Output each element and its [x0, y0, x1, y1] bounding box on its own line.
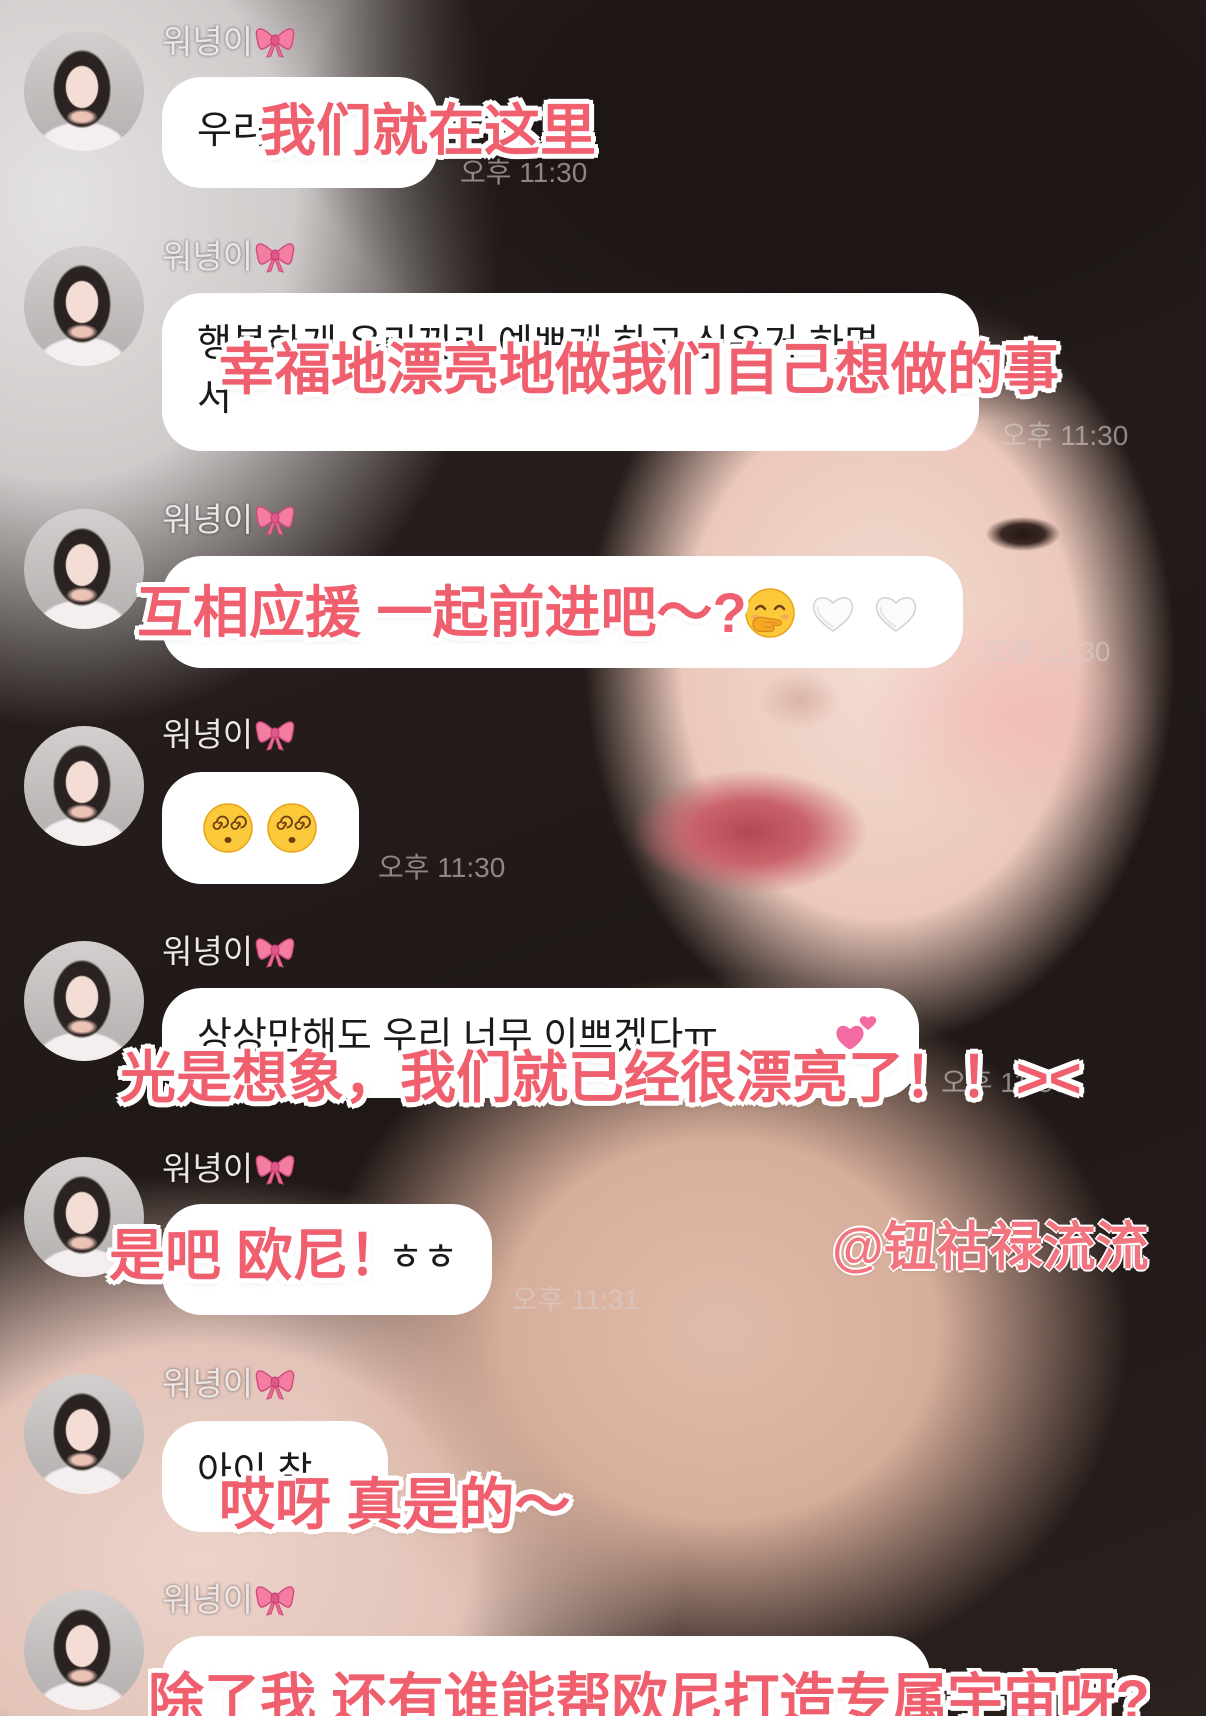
message-time: 오후 11:30 — [378, 852, 506, 883]
overlay-caption: 哎呀 真是的～ — [219, 1473, 571, 1536]
overlay-caption: 我们就在这里 — [260, 99, 596, 162]
message-text: 우리 — [197, 110, 267, 152]
ribbon-bow-icon — [255, 1583, 295, 1617]
sender-name-text: 워녕이 — [162, 933, 254, 970]
sender-avatar[interactable] — [24, 1374, 144, 1494]
sender-avatar[interactable] — [24, 246, 144, 366]
overlay-caption: 是吧 欧尼！ — [109, 1224, 405, 1287]
overlay-caption: 幸福地漂亮地做我们自己想做的事 — [219, 338, 1059, 401]
sender-name-text: 워녕이 — [162, 238, 254, 275]
sender-name-text: 워녕이 — [162, 501, 254, 538]
overlay-caption: 互相应援 一起前进吧～? — [137, 581, 747, 644]
sender-avatar[interactable] — [24, 31, 144, 151]
sender-name-text: 워녕이 — [162, 716, 254, 753]
sender-name-text: 워녕이 — [162, 23, 254, 60]
ribbon-bow-icon — [255, 718, 295, 752]
sender-avatar[interactable] — [24, 726, 144, 846]
face-with-hand-over-mouth-icon — [744, 587, 796, 639]
chat-screen: 워녕이 우리 오후 11:30 我们就在这里 워녕이 행복하게 우리끼리 예쁘게… — [0, 0, 1206, 1716]
message-time: 오후 11:30 — [983, 636, 1111, 667]
ribbon-bow-icon — [255, 25, 295, 59]
sender-name-text: 워녕이 — [162, 1365, 254, 1402]
watermark-handle: @钮祜禄流流 — [832, 1218, 1149, 1277]
face-with-spiral-eyes-icon — [266, 802, 318, 854]
sender-name: 워녕이 — [162, 22, 295, 62]
ribbon-bow-icon — [255, 503, 295, 537]
ribbon-bow-icon — [255, 1367, 295, 1401]
sender-name-text: 워녕이 — [162, 1150, 254, 1187]
ribbon-bow-icon — [255, 240, 295, 274]
ribbon-bow-icon — [255, 1152, 295, 1186]
sender-avatar[interactable] — [24, 509, 144, 629]
overlay-caption: 除了我 还有谁能帮欧尼打造专属宇宙呀? — [148, 1668, 1150, 1716]
sender-avatar[interactable] — [24, 1590, 144, 1710]
message-bubble[interactable] — [162, 772, 359, 884]
sender-name: 워녕이 — [162, 715, 295, 755]
message-time: 오후 11:31 — [512, 1284, 640, 1315]
overlay-caption: 光是想象，我们就已经很漂亮了！！>< — [120, 1046, 1082, 1109]
sender-name: 워녕이 — [162, 237, 295, 277]
sender-name-text: 워녕이 — [162, 1581, 254, 1618]
message-time: 오후 11:30 — [1001, 420, 1129, 451]
sender-name: 워녕이 — [162, 500, 295, 540]
sender-name: 워녕이 — [162, 1580, 295, 1620]
ribbon-bow-icon — [255, 935, 295, 969]
sender-name: 워녕이 — [162, 1364, 295, 1404]
face-with-spiral-eyes-icon — [202, 802, 254, 854]
white-heart-icon — [807, 587, 859, 639]
white-heart-icon — [870, 587, 922, 639]
sender-name: 워녕이 — [162, 1149, 295, 1189]
sender-avatar[interactable] — [24, 941, 144, 1061]
sender-name: 워녕이 — [162, 932, 295, 972]
